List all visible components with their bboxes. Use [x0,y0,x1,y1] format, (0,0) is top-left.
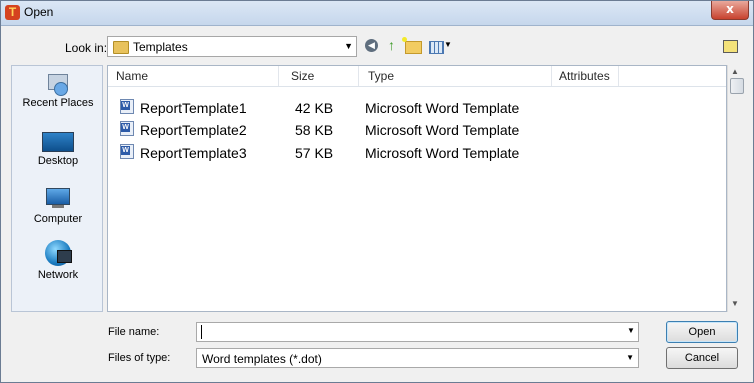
title-bar[interactable]: T Open x [1,1,753,26]
app-icon: T [5,5,20,20]
column-divider[interactable] [618,66,619,86]
place-label: Desktop [37,155,79,167]
scroll-up-icon[interactable]: ▲ [731,67,739,76]
recent-places-icon [46,72,70,96]
place-desktop[interactable]: Desktop [12,132,104,167]
file-type: Microsoft Word Template [365,122,520,138]
file-type: Microsoft Word Template [365,100,520,116]
file-type-label: Files of type: [108,352,171,364]
cancel-button[interactable]: Cancel [666,347,738,369]
file-name: ReportTemplate1 [140,100,247,116]
close-button[interactable]: x [711,1,749,20]
file-name: ReportTemplate2 [140,122,247,138]
look-in-value: Templates [133,40,188,54]
place-label: Recent Places [22,97,94,109]
file-row[interactable]: ReportTemplate1 42 KB Microsoft Word Tem… [108,97,726,119]
text-caret [201,325,202,339]
column-header: Name Size Type Attributes [108,66,726,87]
back-arrow-icon: ◀ [365,39,378,52]
file-type-select[interactable]: Word templates (*.dot) ▼ [196,348,639,368]
computer-icon [44,186,72,210]
file-name-label: File name: [108,326,160,338]
folder-icon [113,41,129,54]
vertical-scrollbar[interactable]: ▲ ▼ [727,65,746,312]
place-recent-places[interactable]: Recent Places [12,72,104,109]
chevron-down-icon: ▼ [444,40,452,49]
file-name-input[interactable] [196,322,639,342]
scroll-down-icon[interactable]: ▼ [731,299,739,308]
place-label: Network [37,269,79,281]
file-row[interactable]: ReportTemplate3 57 KB Microsoft Word Tem… [108,142,726,164]
word-template-icon [120,121,134,136]
look-in-label: Look in: [65,41,108,55]
places-bar: Recent Places Desktop Computer Network [11,65,103,312]
column-attributes[interactable]: Attributes [559,69,610,83]
file-size: 57 KB [295,145,334,161]
file-size: 42 KB [295,100,334,116]
up-arrow-icon: ↑ [388,37,395,53]
file-list[interactable]: Name Size Type Attributes ReportTemplate… [107,65,727,312]
chevron-down-icon[interactable]: ▼ [344,41,353,51]
column-name[interactable]: Name [116,69,148,83]
file-type-value: Word templates (*.dot) [202,352,322,366]
column-type[interactable]: Type [368,69,394,83]
file-size: 58 KB [295,122,334,138]
views-menu-button[interactable]: ▼ [429,37,453,54]
show-desktop-icon[interactable] [723,40,738,53]
column-divider[interactable] [278,66,279,86]
word-template-icon [120,99,134,114]
view-options-icon [429,40,444,54]
column-size[interactable]: Size [291,69,314,83]
open-dialog: T Open x Look in: Templates ▼ ◀ ↑ ▼ Rece… [0,0,754,383]
back-button[interactable]: ◀ [363,37,380,54]
word-template-icon [120,144,134,159]
file-type: Microsoft Word Template [365,145,520,161]
column-divider[interactable] [551,66,552,86]
new-folder-icon [402,37,422,54]
place-computer[interactable]: Computer [12,186,104,225]
network-icon [45,240,72,266]
up-folder-button[interactable]: ↑ [383,37,400,54]
scroll-thumb[interactable] [730,78,744,94]
look-in-combo[interactable]: Templates ▼ [107,36,357,57]
new-folder-button[interactable] [402,37,422,54]
column-divider[interactable] [358,66,359,86]
file-name: ReportTemplate3 [140,145,247,161]
desktop-icon [42,132,74,152]
place-label: Computer [33,213,83,225]
place-network[interactable]: Network [12,240,104,281]
chevron-down-icon[interactable]: ▼ [626,353,634,362]
file-row[interactable]: ReportTemplate2 58 KB Microsoft Word Tem… [108,119,726,141]
open-button[interactable]: Open [666,321,738,343]
window-title: Open [24,5,54,19]
